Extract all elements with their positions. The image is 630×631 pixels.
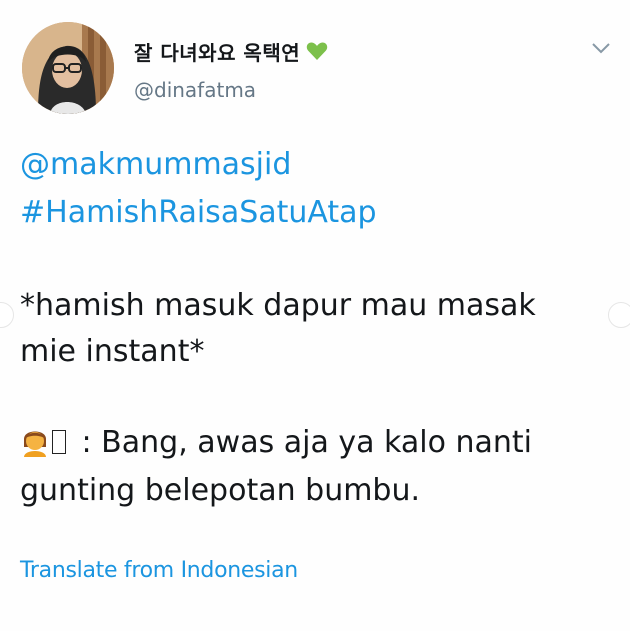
hashtag-link[interactable]: #HamishRaisaSatuAtap	[20, 194, 620, 232]
tweet-card: 잘 다녀와요 옥택연 @dinafatma @makmummasjid #Ham…	[0, 0, 630, 631]
mention-link[interactable]: @makmummasjid	[20, 146, 620, 184]
tweet-dialogue-line: gunting belepotan bumbu.	[20, 473, 421, 508]
author-name-row[interactable]: 잘 다녀와요 옥택연	[134, 36, 328, 66]
tweet-text-line: *hamish masuk dapur mau masak	[20, 288, 536, 323]
person-emoji-icon	[20, 425, 50, 457]
display-name[interactable]: 잘 다녀와요 옥택연	[134, 37, 300, 66]
missing-glyph-box	[52, 430, 66, 454]
green-heart-icon	[306, 41, 328, 61]
avatar[interactable]	[22, 22, 114, 114]
carousel-next-button[interactable]	[608, 302, 630, 328]
author-handle[interactable]: @dinafatma	[134, 78, 256, 102]
translate-link[interactable]: Translate from Indonesian	[20, 558, 298, 583]
dialogue-text: : Bang, awas aja ya kalo nanti	[72, 425, 533, 460]
tweet-text-line: mie instant*	[20, 334, 205, 369]
carousel-prev-button[interactable]	[0, 302, 14, 328]
tweet-dialogue-line: : Bang, awas aja ya kalo nanti	[20, 424, 620, 462]
avatar-image	[22, 22, 114, 114]
chevron-down-icon[interactable]	[590, 40, 612, 56]
